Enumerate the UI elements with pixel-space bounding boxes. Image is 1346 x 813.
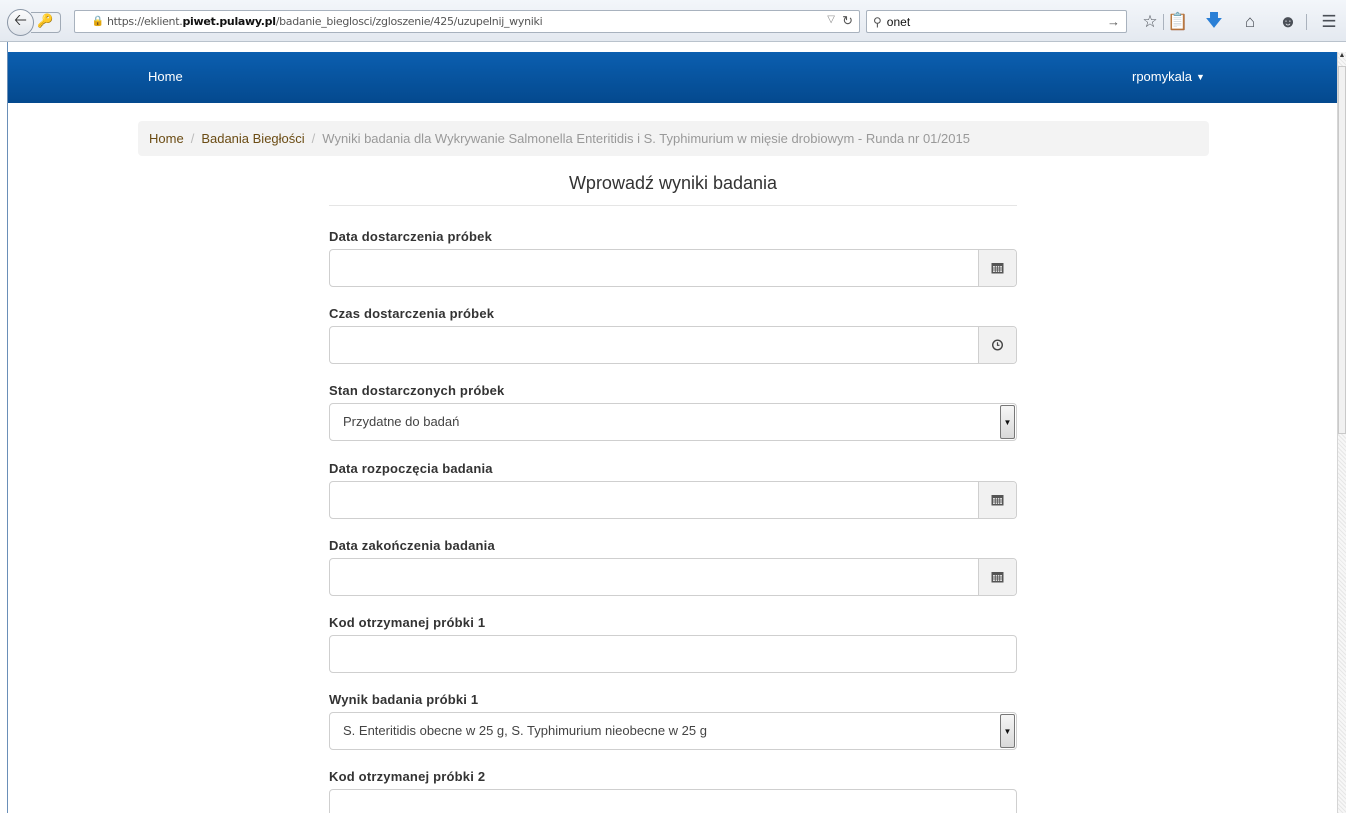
reload-icon[interactable]: ↻: [842, 13, 853, 29]
delivery-date-input[interactable]: [330, 250, 978, 286]
breadcrumb-home-link[interactable]: Home: [149, 131, 184, 146]
home-icon[interactable]: ⌂: [1239, 11, 1261, 33]
breadcrumb: Home / Badania Biegłości / Wyniki badani…: [138, 121, 1209, 156]
end-date-label: Data zakończenia badania: [329, 538, 495, 553]
arrow-left-icon: 🡠: [14, 12, 27, 29]
breadcrumb-separator: /: [311, 131, 316, 146]
sample1-result-select[interactable]: S. Enteritidis obecne w 25 g, S. Typhimu…: [329, 712, 1017, 750]
sample2-code-input[interactable]: [330, 790, 1016, 813]
sample1-code-field: [329, 635, 1017, 673]
key-icon[interactable]: 🔑: [37, 13, 53, 29]
delivery-date-picker-button[interactable]: [978, 250, 1016, 286]
sample-condition-selected: Przydatne do badań: [343, 414, 460, 429]
nav-home-link[interactable]: Home: [148, 69, 183, 84]
breadcrumb-proficiency-link[interactable]: Badania Biegłości: [201, 131, 304, 146]
sample1-result-label: Wynik badania próbki 1: [329, 692, 479, 707]
vertical-scrollbar[interactable]: ▲: [1337, 52, 1346, 813]
end-date-field: [329, 558, 1017, 596]
select-arrow-icon[interactable]: ▼: [1000, 405, 1015, 439]
search-input[interactable]: onet: [887, 15, 910, 29]
select-arrow-icon[interactable]: ▼: [1000, 714, 1015, 748]
calendar-icon: [991, 572, 1004, 583]
delivery-time-picker-button[interactable]: [978, 327, 1016, 363]
user-menu[interactable]: rpomykala ▼: [1132, 69, 1205, 84]
user-name: rpomykala: [1132, 69, 1192, 84]
end-date-picker-button[interactable]: [978, 559, 1016, 595]
sample-condition-group: Stan dostarczonych próbek Przydatne do b…: [329, 383, 1017, 441]
arrow-right-icon[interactable]: →: [1107, 14, 1120, 29]
download-icon[interactable]: 🡇: [1203, 11, 1225, 33]
menu-icon[interactable]: ☰: [1318, 11, 1340, 33]
delivery-time-field: [329, 326, 1017, 364]
start-date-picker-button[interactable]: [978, 482, 1016, 518]
lock-icon: 🔒: [91, 16, 105, 27]
calendar-icon: [991, 263, 1004, 274]
star-icon[interactable]: ☆: [1139, 11, 1161, 33]
end-date-input[interactable]: [330, 559, 978, 595]
start-date-label: Data rozpoczęcia badania: [329, 461, 493, 476]
breadcrumb-separator: /: [190, 131, 195, 146]
toolbar-separator: [1306, 14, 1307, 30]
delivery-date-label: Data dostarczenia próbek: [329, 229, 493, 244]
form-title: Wprowadź wyniki badania: [329, 170, 1017, 206]
end-date-group: Data zakończenia badania: [329, 538, 1017, 596]
url-bar[interactable]: 🔒 https://eklient.piwet.pulawy.pl/badani…: [74, 10, 860, 33]
clipboard-icon[interactable]: 📋: [1167, 11, 1189, 33]
url-text: https://eklient.piwet.pulawy.pl/badanie_…: [107, 15, 543, 28]
scrollbar-thumb[interactable]: [1338, 66, 1346, 434]
sample1-code-input[interactable]: [330, 636, 1016, 672]
window-left-edge: [0, 42, 8, 813]
delivery-date-field: [329, 249, 1017, 287]
start-date-field: [329, 481, 1017, 519]
browser-toolbar: 🡠 🔑 🔒 https://eklient.piwet.pulawy.pl/ba…: [0, 0, 1346, 42]
search-bar[interactable]: ⚲ onet →: [866, 10, 1127, 33]
chat-icon[interactable]: ☻: [1277, 11, 1299, 33]
delivery-time-label: Czas dostarczenia próbek: [329, 306, 495, 321]
sample-condition-select[interactable]: Przydatne do badań ▼: [329, 403, 1017, 441]
sample-condition-label: Stan dostarczonych próbek: [329, 383, 505, 398]
sample2-code-group: Kod otrzymanej próbki 2: [329, 769, 1017, 813]
sample2-code-label: Kod otrzymanej próbki 2: [329, 769, 486, 784]
delivery-time-input[interactable]: [330, 327, 978, 363]
delivery-time-group: Czas dostarczenia próbek: [329, 306, 1017, 364]
sample1-code-label: Kod otrzymanej próbki 1: [329, 615, 486, 630]
dropdown-triangle-icon[interactable]: ▽: [827, 14, 835, 25]
sample1-result-group: Wynik badania próbki 1 S. Enteritidis ob…: [329, 692, 1017, 750]
navigation-buttons: 🡠 🔑: [7, 9, 77, 36]
scroll-up-arrow-icon[interactable]: ▲: [1338, 52, 1346, 62]
sample2-code-field: [329, 789, 1017, 813]
results-form: Wprowadź wyniki badania Data dostarczeni…: [329, 170, 1017, 813]
toolbar-separator: [1163, 14, 1164, 30]
back-button[interactable]: 🡠: [7, 9, 34, 36]
delivery-date-group: Data dostarczenia próbek: [329, 229, 1017, 287]
breadcrumb-current: Wyniki badania dla Wykrywanie Salmonella…: [322, 131, 970, 146]
top-navbar: Home rpomykala ▼: [8, 52, 1337, 103]
clock-icon: [991, 339, 1004, 351]
caret-down-icon: ▼: [1195, 72, 1205, 82]
start-date-group: Data rozpoczęcia badania: [329, 461, 1017, 519]
sample1-code-group: Kod otrzymanej próbki 1: [329, 615, 1017, 673]
sample1-result-selected: S. Enteritidis obecne w 25 g, S. Typhimu…: [343, 723, 707, 738]
start-date-input[interactable]: [330, 482, 978, 518]
search-icon: ⚲: [873, 14, 882, 29]
calendar-icon: [991, 495, 1004, 506]
